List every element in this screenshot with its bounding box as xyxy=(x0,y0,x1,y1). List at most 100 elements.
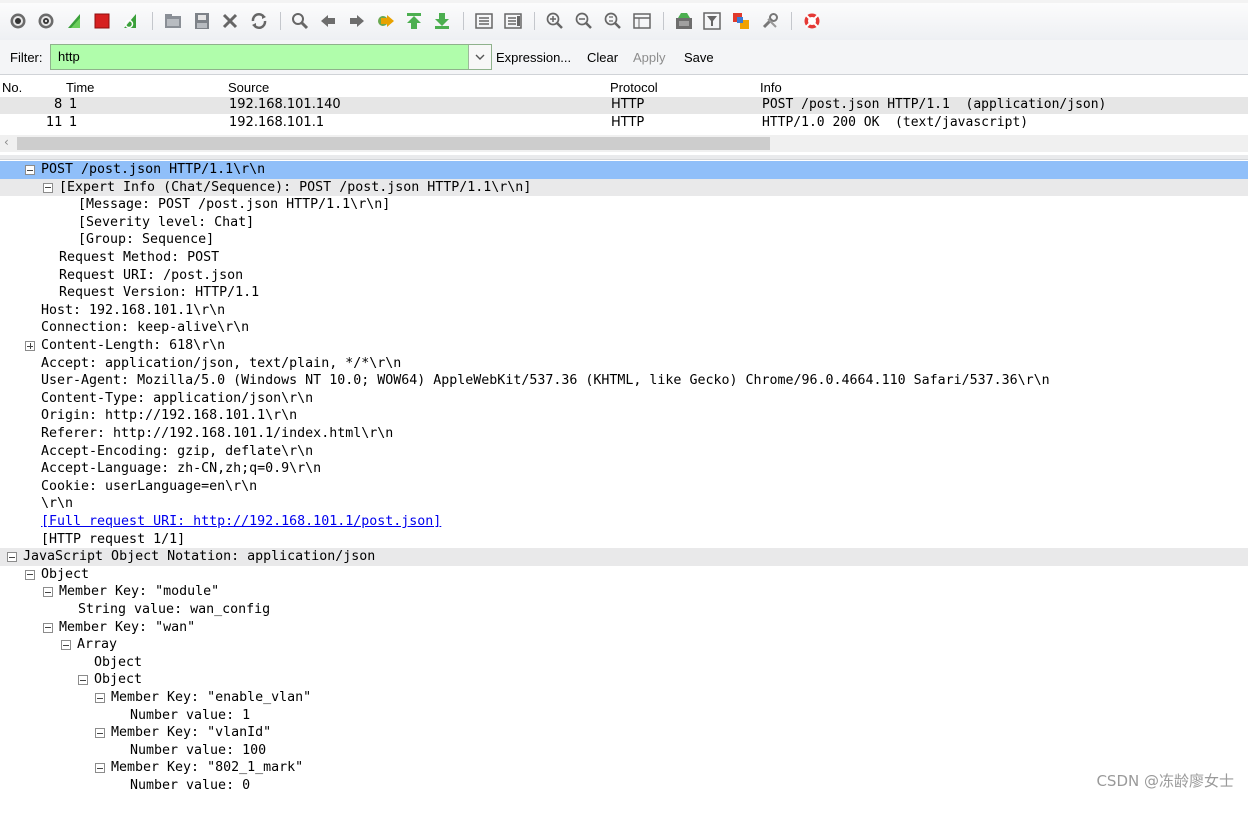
capture-options-icon[interactable] xyxy=(36,11,56,31)
restart-capture-icon[interactable] xyxy=(120,11,140,31)
tree-leaf[interactable]: String value: wan_config xyxy=(0,601,1248,619)
scroll-left-icon[interactable]: ‹ xyxy=(4,135,9,149)
packet-list-horizontal-scrollbar[interactable]: ‹ xyxy=(0,135,1248,152)
coloring-rules-icon[interactable] xyxy=(731,11,751,31)
tree-node-json[interactable]: JavaScript Object Notation: application/… xyxy=(0,548,1248,566)
tree-leaf[interactable]: Request Method: POST xyxy=(0,249,1248,267)
tree-leaf[interactable]: Object xyxy=(0,654,1248,672)
filter-input[interactable] xyxy=(56,48,460,65)
full-request-uri-link[interactable]: [Full request URI: http://192.168.101.1/… xyxy=(0,513,1248,531)
tree-leaf[interactable]: Cookie: userLanguage=en\r\n xyxy=(0,478,1248,496)
tree-leaf[interactable]: User-Agent: Mozilla/5.0 (Windows NT 10.0… xyxy=(0,372,1248,390)
packet-row[interactable]: 8 1 192.168.101.140 HTTP POST /post.json… xyxy=(0,97,1248,114)
go-back-icon[interactable] xyxy=(318,11,338,31)
tree-node-member-802-1-mark[interactable]: Member Key: "802_1_mark" xyxy=(0,759,1248,777)
collapse-icon[interactable] xyxy=(61,640,71,651)
tree-node-member-enable-vlan[interactable]: Member Key: "enable_vlan" xyxy=(0,689,1248,707)
toolbar-separator xyxy=(463,12,464,30)
tree-node-member-wan[interactable]: Member Key: "wan" xyxy=(0,619,1248,637)
open-file-icon[interactable] xyxy=(163,11,183,31)
toolbar-separator xyxy=(280,12,281,30)
autoscroll-icon[interactable] xyxy=(503,11,523,31)
filter-label: Filter: xyxy=(10,50,43,65)
tree-node-member-module[interactable]: Member Key: "module" xyxy=(0,583,1248,601)
scrollbar-thumb[interactable] xyxy=(17,137,770,150)
collapse-icon[interactable] xyxy=(7,552,17,563)
tree-leaf[interactable]: Referer: http://192.168.101.1/index.html… xyxy=(0,425,1248,443)
packet-time: 1 xyxy=(69,115,78,130)
collapse-icon[interactable] xyxy=(43,622,53,633)
tree-node-object[interactable]: Object xyxy=(0,671,1248,689)
tree-leaf[interactable]: Host: 192.168.101.1\r\n xyxy=(0,302,1248,320)
collapse-icon[interactable] xyxy=(25,165,35,175)
go-to-packet-icon[interactable] xyxy=(376,11,396,31)
tree-leaf[interactable]: Accept-Encoding: gzip, deflate\r\n xyxy=(0,443,1248,461)
find-packet-icon[interactable] xyxy=(290,11,310,31)
zoom-in-icon[interactable] xyxy=(545,11,565,31)
filter-dropdown-button[interactable] xyxy=(468,45,491,69)
filter-input-box[interactable] xyxy=(50,44,492,70)
collapse-icon[interactable] xyxy=(78,675,88,686)
pane-splitter[interactable] xyxy=(0,155,1248,160)
help-icon[interactable] xyxy=(802,11,822,31)
collapse-icon[interactable] xyxy=(95,728,105,739)
column-header-info[interactable]: Info xyxy=(760,80,782,95)
tree-leaf[interactable]: Accept: application/json, text/plain, */… xyxy=(0,355,1248,373)
tree-leaf[interactable]: Content-Type: application/json\r\n xyxy=(0,390,1248,408)
tree-leaf[interactable]: Number value: 0 xyxy=(0,777,1248,795)
column-header-no[interactable]: No. xyxy=(2,80,22,95)
tree-node-array[interactable]: Array xyxy=(0,636,1248,654)
interface-list-icon[interactable] xyxy=(8,11,28,31)
tree-node-object[interactable]: Object xyxy=(0,566,1248,584)
tree-leaf[interactable]: [HTTP request 1/1] xyxy=(0,531,1248,549)
tree-leaf[interactable]: Number value: 100 xyxy=(0,742,1248,760)
zoom-out-icon[interactable] xyxy=(574,11,594,31)
collapse-icon[interactable] xyxy=(25,569,35,580)
collapse-icon[interactable] xyxy=(95,763,105,774)
packet-protocol: HTTP xyxy=(611,115,645,130)
clear-button[interactable]: Clear xyxy=(587,50,618,65)
packet-info: HTTP/1.0 200 OK (text/javascript) xyxy=(762,115,1029,130)
column-header-time[interactable]: Time xyxy=(66,80,94,95)
tree-leaf[interactable]: Request URI: /post.json xyxy=(0,267,1248,285)
tree-leaf[interactable]: \r\n xyxy=(0,495,1248,513)
tree-leaf[interactable]: Origin: http://192.168.101.1\r\n xyxy=(0,407,1248,425)
stop-capture-icon[interactable] xyxy=(92,11,112,31)
colorize-icon[interactable] xyxy=(474,11,494,31)
apply-button[interactable]: Apply xyxy=(633,50,666,65)
collapse-icon[interactable] xyxy=(43,587,53,598)
close-file-icon[interactable] xyxy=(220,11,240,31)
go-last-icon[interactable] xyxy=(432,11,452,31)
collapse-icon[interactable] xyxy=(43,182,53,193)
save-filter-button[interactable]: Save xyxy=(684,50,714,65)
capture-filters-icon[interactable] xyxy=(674,11,694,31)
expression-button[interactable]: Expression... xyxy=(496,50,571,65)
tree-node-member-vlanid[interactable]: Member Key: "vlanId" xyxy=(0,724,1248,742)
packet-row[interactable]: 11 1 192.168.101.1 HTTP HTTP/1.0 200 OK … xyxy=(0,115,1248,132)
column-header-source[interactable]: Source xyxy=(228,80,269,95)
tree-leaf[interactable]: Accept-Language: zh-CN,zh;q=0.9\r\n xyxy=(0,460,1248,478)
reload-icon[interactable] xyxy=(249,11,269,31)
toolbar-separator xyxy=(663,12,664,30)
tree-leaf[interactable]: Request Version: HTTP/1.1 xyxy=(0,284,1248,302)
tree-node-expert-info[interactable]: [Expert Info (Chat/Sequence): POST /post… xyxy=(0,178,1248,197)
tree-leaf[interactable]: [Group: Sequence] xyxy=(0,231,1248,249)
save-file-icon[interactable] xyxy=(192,11,212,31)
tree-node-request-line[interactable]: POST /post.json HTTP/1.1\r\n xyxy=(0,161,1248,179)
zoom-normal-icon[interactable] xyxy=(603,11,623,31)
go-forward-icon[interactable] xyxy=(347,11,367,31)
resize-columns-icon[interactable] xyxy=(632,11,652,31)
tree-leaf[interactable]: Number value: 1 xyxy=(0,707,1248,725)
expand-icon[interactable] xyxy=(25,341,35,351)
column-header-protocol[interactable]: Protocol xyxy=(610,80,658,95)
collapse-icon[interactable] xyxy=(95,693,105,703)
tree-leaf[interactable]: Connection: keep-alive\r\n xyxy=(0,319,1248,337)
tree-leaf[interactable]: [Severity level: Chat] xyxy=(0,214,1248,232)
packet-protocol: HTTP xyxy=(611,97,645,112)
go-first-icon[interactable] xyxy=(404,11,424,31)
display-filters-icon[interactable] xyxy=(702,11,722,31)
tree-node-content-length[interactable]: Content-Length: 618\r\n xyxy=(0,337,1248,355)
preferences-icon[interactable] xyxy=(760,11,780,31)
tree-leaf[interactable]: [Message: POST /post.json HTTP/1.1\r\n] xyxy=(0,196,1248,214)
start-capture-icon[interactable] xyxy=(64,11,84,31)
